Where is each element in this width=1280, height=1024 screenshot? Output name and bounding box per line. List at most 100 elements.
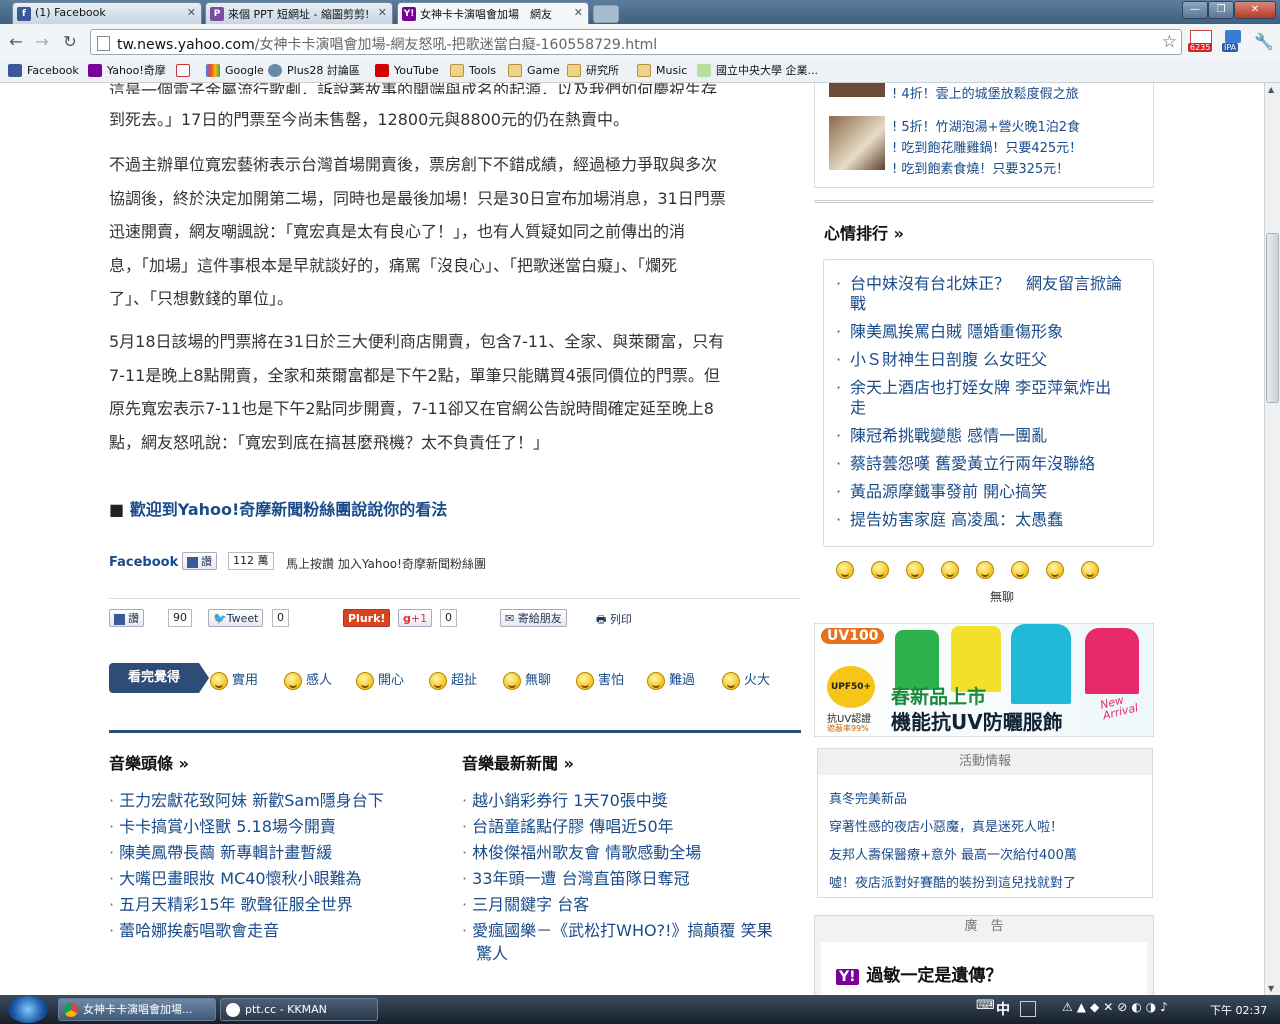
bookmark-folder-music[interactable]: Music	[637, 63, 687, 79]
uv100-ad-banner[interactable]: UV100 UPF50+ 抗UV認證 遮蔽率99% 春新品上市 機能抗UV防曬服…	[814, 623, 1154, 737]
address-bar[interactable]: tw.news.yahoo.com/女神卡卡演唱會加場-網友怒吼-把歌迷當白癡-…	[90, 29, 1182, 55]
mood-ranking-title[interactable]: 心情排行 »	[824, 220, 904, 244]
list-item[interactable]: 五月天精彩15年 歌聲征服全世界	[109, 892, 384, 918]
mood-sad[interactable]: 難過	[647, 669, 695, 690]
ime-mode-icon[interactable]	[1020, 1001, 1036, 1017]
ranking-item[interactable]: 台中妹沒有台北妹正？ 網友留言掀論戰	[836, 274, 1141, 314]
smile-face-icon[interactable]	[836, 561, 854, 579]
plurk-button[interactable]: Plurk!	[343, 609, 391, 627]
close-tab-icon[interactable]: ✕	[574, 6, 583, 19]
list-item[interactable]: 卡卡搞賞小怪獸 5.18場今開賣	[109, 814, 384, 840]
list-item[interactable]: 林俊傑福州歌友會 情歌感動全場	[462, 840, 773, 866]
hotel-room-image[interactable]	[829, 116, 885, 170]
ranking-item[interactable]: 小Ｓ財神生日剖腹 么女旺父	[836, 350, 1141, 370]
ranking-item[interactable]: 陳美鳳挨罵白賊 隱婚重傷形象	[836, 322, 1141, 342]
touched-face-icon[interactable]	[871, 561, 889, 579]
scroll-down-icon[interactable]: ▼	[1268, 984, 1274, 993]
new-tab-button[interactable]	[593, 5, 619, 23]
bookmark-google[interactable]: Google	[206, 63, 264, 79]
mood-angry[interactable]: 火大	[722, 669, 770, 690]
dizzy-face-icon[interactable]	[941, 561, 959, 579]
ranking-item[interactable]: 蔡詩蕓怨嘆 舊愛黃立行兩年沒聯絡	[836, 454, 1141, 474]
list-item[interactable]: 台語童謠點仔膠 傳唱近50年	[462, 814, 773, 840]
tab-ppt[interactable]: P 來個 PPT 短網址 - 縮圖剪剪! ✕	[205, 2, 393, 24]
back-arrow-icon[interactable]: ←	[6, 32, 26, 52]
bored-face-icon[interactable]	[976, 561, 994, 579]
list-item[interactable]: 越小銷彩券行 1天70張中獎	[462, 788, 773, 814]
tab-facebook[interactable]: f (1) Facebook ✕	[12, 2, 202, 24]
print-link[interactable]: 🖶 列印	[596, 611, 632, 630]
gplus-button[interactable]: g+1	[398, 609, 433, 627]
email-friend-button[interactable]: ✉ 寄給朋友	[500, 609, 567, 627]
system-tray-icons[interactable]: ⚠▲◆✕⊘◐◑♪	[1062, 1000, 1202, 1018]
list-item[interactable]: 王力宏獻花致阿妹 新歡Sam隱身台下	[109, 788, 384, 814]
ranking-item[interactable]: 余天上酒店也打姪女牌 李亞萍氣炸出走	[836, 378, 1141, 418]
mood-useful[interactable]: 實用	[210, 669, 258, 690]
ranking-item[interactable]: 提告妨害家庭 高凌風：太愚蠢	[836, 510, 1141, 530]
tweet-button[interactable]: 🐦Tweet	[208, 609, 264, 627]
taskbar-kkman-window[interactable]: ptt.cc - KKMAN	[220, 998, 378, 1021]
event-link[interactable]: 穿著性感的夜店小惡魔，真是迷死人啦！	[829, 814, 1077, 842]
angry-face-icon[interactable]	[1081, 561, 1099, 579]
scared-face-icon[interactable]	[1011, 561, 1029, 579]
crying-face-icon[interactable]	[1046, 561, 1064, 579]
mood-happy[interactable]: 開心	[356, 669, 404, 690]
bookmark-folder-game[interactable]: Game	[508, 63, 560, 79]
page-scrollbar[interactable]: ▲ ▼	[1264, 83, 1280, 995]
fan-page-heading[interactable]: ■ 歡迎到Yahoo!奇摩新聞粉絲團說說你的看法	[109, 496, 447, 520]
list-item[interactable]: 蕾哈娜挨虧唱歌會走音	[109, 918, 384, 944]
language-icon[interactable]: ⌨	[976, 998, 995, 1020]
tab-yahoo-news[interactable]: Y! 女神卡卡演唱會加場 網友 ✕	[397, 2, 589, 24]
forward-arrow-icon[interactable]: →	[32, 32, 52, 52]
fan-page-link[interactable]: 歡迎到Yahoo!奇摩新聞粉絲團說說你的看法	[130, 500, 448, 519]
promo-thumbnail[interactable]	[829, 83, 885, 97]
facebook-share-button[interactable]: 讚	[109, 609, 144, 627]
ranking-item[interactable]: 黃品源摩鐵事發前 開心搞笑	[836, 482, 1141, 502]
reload-icon[interactable]: ↻	[60, 32, 80, 52]
bookmark-yahoo[interactable]: Yahoo!奇摩	[88, 63, 166, 79]
bookmark-youtube[interactable]: YouTube	[375, 63, 439, 79]
taskbar-chrome-window[interactable]: 女神卡卡演唱會加場...	[58, 998, 216, 1021]
event-link[interactable]: 噓！夜店派對好賽酷的裝扮到這兒找就對了	[829, 870, 1077, 898]
bookmark-facebook[interactable]: Facebook	[8, 63, 79, 79]
list-item[interactable]: 三月關鍵字 台客	[462, 892, 773, 918]
bookmark-plus28[interactable]: Plus28 討論區	[268, 63, 360, 79]
promo-link[interactable]: 5折！竹湖泡湯+營火晚1泊2食	[892, 116, 1192, 135]
music-latest-title[interactable]: 音樂最新新聞 »	[462, 750, 574, 774]
list-item-continuation[interactable]: 驚人	[476, 940, 508, 964]
mood-absurd[interactable]: 超扯	[429, 669, 477, 690]
scroll-up-icon[interactable]: ▲	[1268, 85, 1274, 94]
happy-face-icon[interactable]	[906, 561, 924, 579]
start-button[interactable]	[8, 996, 48, 1023]
list-item[interactable]: 愛瘋國樂－《武松打WHO?!》搞顛覆 笑果	[462, 918, 772, 944]
close-tab-icon[interactable]: ✕	[187, 6, 196, 19]
wrench-menu-icon[interactable]: 🔧	[1254, 32, 1274, 52]
star-bookmark-icon[interactable]: ☆	[1162, 32, 1177, 52]
gmail-extension-icon[interactable]: 6235	[1188, 30, 1214, 54]
list-item[interactable]: 陳美鳳帶長繭 新專輯計畫暫緩	[109, 840, 384, 866]
bookmark-folder-tools[interactable]: Tools	[450, 63, 496, 79]
ranking-item[interactable]: 陳冠希挑戰變態 感情一團亂	[836, 426, 1141, 446]
list-item[interactable]: 大嘴巴畫眼妝 MC40懷秋小眼難為	[109, 866, 384, 892]
yahoo-ad-link[interactable]: Y! 過敏一定是遺傳？	[836, 961, 1002, 986]
event-link[interactable]: 友邦人壽保醫療+意外 最高一次給付400萬	[829, 842, 1077, 870]
promo-link[interactable]: 4折！雲上的城堡放鬆度假之旅	[892, 83, 1192, 102]
mood-touching[interactable]: 感人	[284, 669, 332, 690]
ipa-extension-icon[interactable]: IPA	[1222, 30, 1244, 54]
ime-indicator[interactable]: 中	[996, 999, 1014, 1019]
mood-scared[interactable]: 害怕	[576, 669, 624, 690]
mood-boring[interactable]: 無聊	[503, 669, 551, 690]
bookmark-ncu[interactable]: 國立中央大學 企業...	[697, 63, 818, 79]
scrollbar-thumb[interactable]	[1266, 233, 1279, 403]
close-window-button[interactable]: ✕	[1234, 1, 1276, 19]
promo-link[interactable]: 吃到飽素食燒！只要325元！	[892, 158, 1192, 177]
clock[interactable]: 下午 02:37	[1210, 1002, 1267, 1018]
facebook-like-button[interactable]: 讚	[182, 552, 217, 570]
close-tab-icon[interactable]: ✕	[378, 6, 387, 19]
event-link[interactable]: 真冬完美新品	[829, 786, 1077, 814]
maximize-button[interactable]: ❐	[1208, 1, 1234, 19]
list-item[interactable]: 33年頭一遭 台灣直笛隊日奪冠	[462, 866, 773, 892]
bookmark-folder-research[interactable]: 研究所	[567, 63, 619, 79]
promo-link[interactable]: 吃到飽花雕雞鍋！只要425元！	[892, 137, 1192, 156]
minimize-button[interactable]: —	[1182, 1, 1208, 19]
